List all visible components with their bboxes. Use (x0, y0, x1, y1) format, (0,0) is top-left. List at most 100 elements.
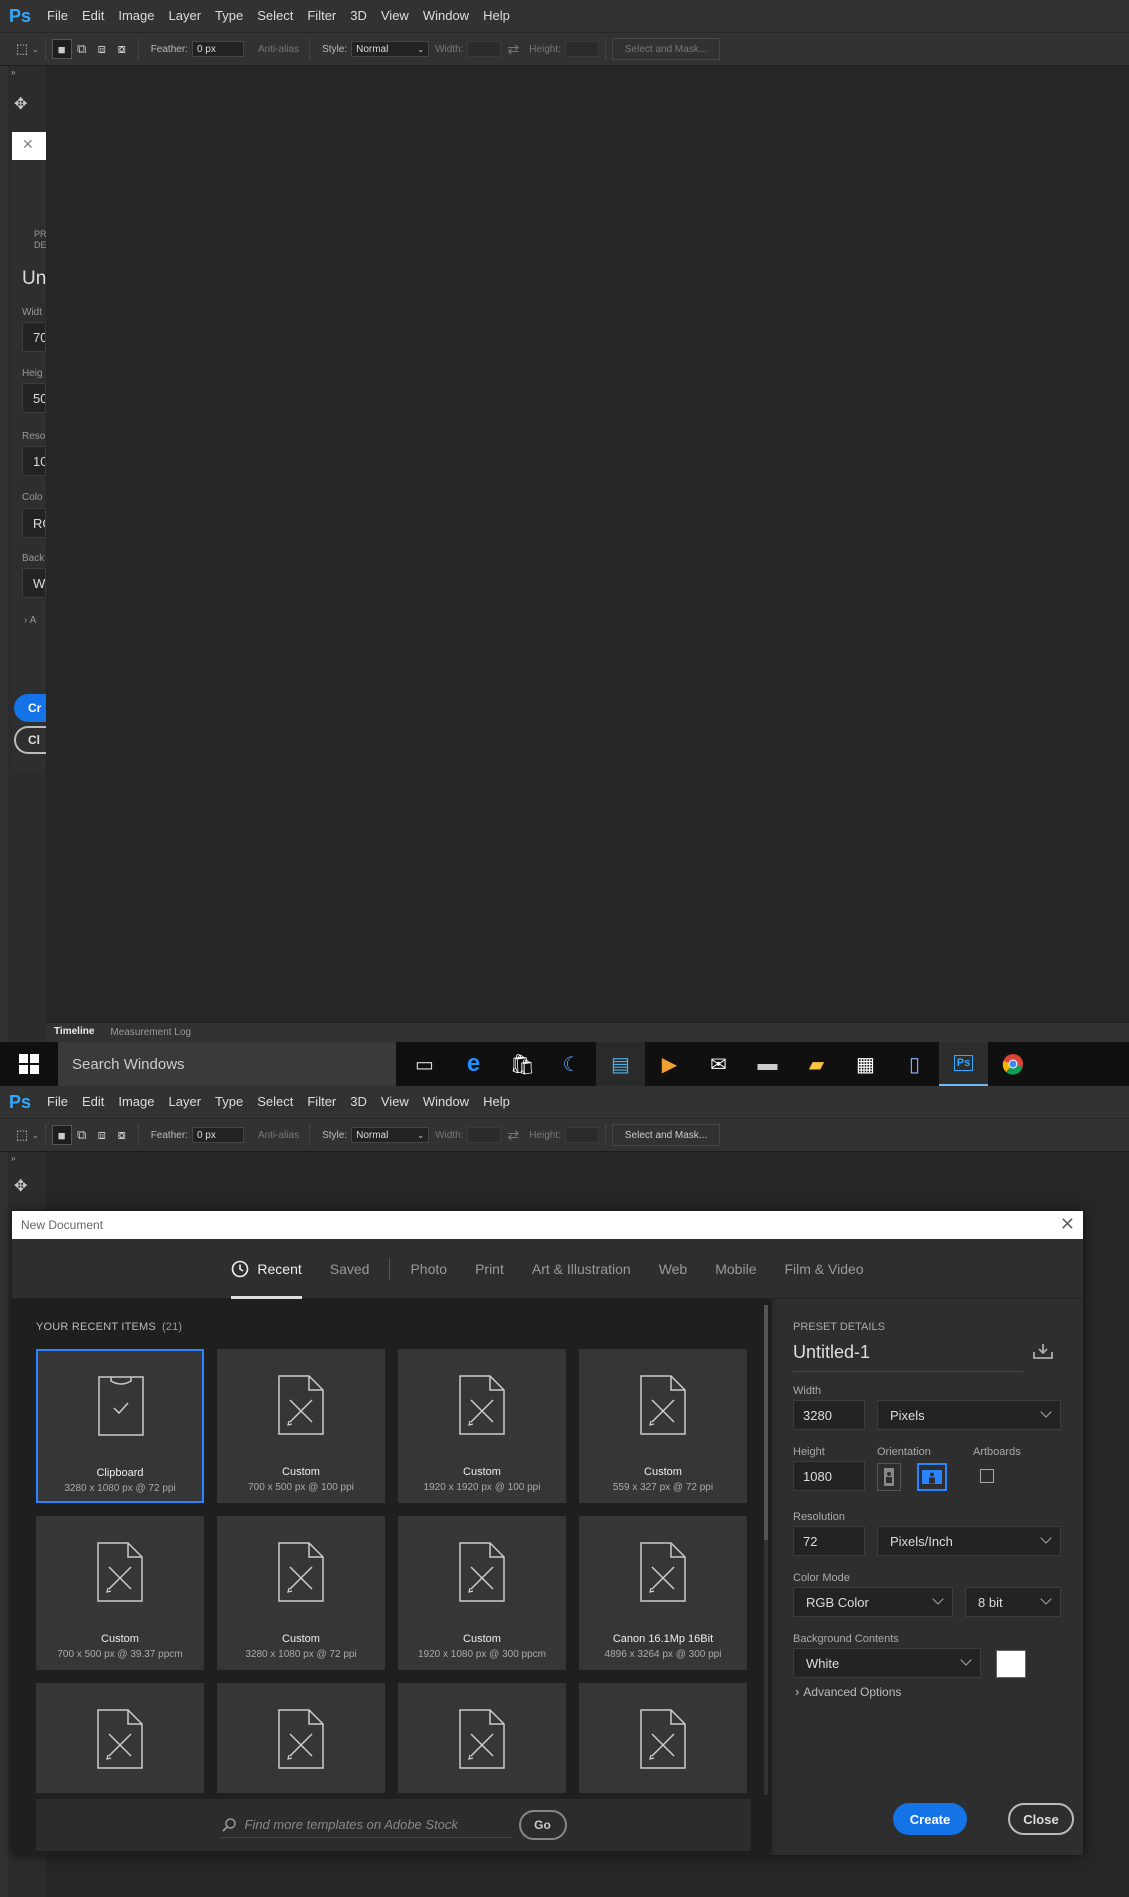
width-input[interactable]: 3280 (793, 1400, 865, 1430)
new-selection-icon[interactable]: ■ (51, 39, 72, 59)
recent-item-card[interactable] (579, 1683, 747, 1793)
bit-depth-select[interactable]: 8 bit (965, 1587, 1061, 1617)
width-unit-select[interactable]: Pixels (877, 1400, 1061, 1430)
recent-item-card[interactable]: Custom 559 x 327 px @ 72 ppi (579, 1349, 747, 1503)
windows-search-input[interactable]: Search Windows (58, 1042, 396, 1086)
calculator-icon[interactable]: ▦ (841, 1042, 890, 1086)
menu-edit[interactable]: Edit (75, 1086, 111, 1118)
feather-input[interactable]: 0 px (191, 1127, 244, 1143)
document-name-input[interactable]: Untitled-1 (793, 1342, 1023, 1372)
folder-icon[interactable]: ▰ (792, 1042, 841, 1086)
recent-scrollbar[interactable] (764, 1305, 768, 1795)
portrait-orientation-icon[interactable] (877, 1463, 901, 1491)
mail-icon[interactable]: ✉ (694, 1042, 743, 1086)
menu-file[interactable]: File (40, 1086, 75, 1118)
width-input[interactable] (467, 1127, 502, 1143)
resolution-unit-select[interactable]: Pixels/Inch (877, 1526, 1061, 1556)
go-button[interactable]: Go (518, 1810, 567, 1840)
background-select[interactable]: White (793, 1648, 981, 1678)
ghost-create-button[interactable]: Cr (14, 694, 46, 722)
menu-3d[interactable]: 3D (343, 0, 374, 32)
tab-photo[interactable]: Photo (396, 1239, 461, 1299)
menu-image[interactable]: Image (111, 1086, 161, 1118)
menu-help[interactable]: Help (476, 1086, 517, 1118)
menu-edit[interactable]: Edit (75, 0, 111, 32)
tab-measurement-log[interactable]: Measurement Log (102, 1023, 199, 1043)
store-icon[interactable]: 🛍 (498, 1042, 547, 1086)
recent-item-card[interactable]: Custom 1920 x 1080 px @ 300 ppcm (398, 1516, 566, 1670)
collapse-icon[interactable]: » (11, 1154, 15, 1163)
menu-view[interactable]: View (374, 0, 416, 32)
tab-timeline[interactable]: Timeline (46, 1022, 103, 1044)
antialias-checkbox[interactable]: Anti-alias (258, 44, 299, 55)
color-mode-select[interactable]: RGB Color (793, 1587, 953, 1617)
save-preset-icon[interactable] (1032, 1343, 1054, 1366)
menu-window[interactable]: Window (416, 0, 476, 32)
tab-mobile[interactable]: Mobile (701, 1239, 770, 1299)
close-button[interactable]: Close (1008, 1803, 1074, 1835)
height-input[interactable] (564, 1127, 599, 1143)
menu-type[interactable]: Type (208, 1086, 250, 1118)
tab-recent[interactable]: Recent (217, 1239, 315, 1299)
menu-layer[interactable]: Layer (162, 0, 209, 32)
menu-select[interactable]: Select (250, 1086, 300, 1118)
menu-view[interactable]: View (374, 1086, 416, 1118)
terminal-icon[interactable]: ▬ (743, 1042, 792, 1086)
menu-image[interactable]: Image (111, 0, 161, 32)
recent-item-card[interactable]: Custom 700 x 500 px @ 100 ppi (217, 1349, 385, 1503)
chevron-down-icon[interactable]: ⌄ (32, 1131, 39, 1140)
menu-3d[interactable]: 3D (343, 1086, 374, 1118)
menu-filter[interactable]: Filter (300, 1086, 343, 1118)
select-and-mask-button[interactable]: Select and Mask... (611, 1124, 721, 1146)
menu-type[interactable]: Type (208, 0, 250, 32)
style-select[interactable]: Normal ⌄ (351, 41, 430, 57)
artboards-checkbox[interactable] (980, 1469, 994, 1483)
height-input[interactable] (564, 41, 599, 57)
menu-select[interactable]: Select (250, 0, 300, 32)
menu-layer[interactable]: Layer (162, 1086, 209, 1118)
height-input[interactable]: 1080 (793, 1461, 865, 1491)
menu-file[interactable]: File (40, 0, 75, 32)
ghost-close-button[interactable]: Cl (14, 726, 46, 754)
stock-search-input[interactable]: Find more templates on Adobe Stock (220, 1812, 511, 1838)
feather-input[interactable]: 0 px (191, 41, 244, 57)
recent-item-card[interactable] (36, 1683, 204, 1793)
menu-filter[interactable]: Filter (300, 0, 343, 32)
recent-item-card[interactable]: Custom 700 x 500 px @ 39.37 ppcm (36, 1516, 204, 1670)
width-input[interactable] (467, 41, 502, 57)
swap-icon[interactable]: ⇄ (507, 41, 519, 58)
tab-film-video[interactable]: Film & Video (770, 1239, 877, 1299)
tab-print[interactable]: Print (461, 1239, 518, 1299)
edge-icon[interactable]: e (449, 1042, 498, 1086)
tab-web[interactable]: Web (645, 1239, 702, 1299)
windows-start-icon[interactable] (0, 1042, 58, 1086)
media-player-icon[interactable]: ▶ (645, 1042, 694, 1086)
chevron-down-icon[interactable]: ⌄ (32, 45, 39, 54)
chrome-icon[interactable] (988, 1042, 1037, 1086)
landscape-orientation-icon[interactable] (917, 1463, 947, 1491)
move-tool-icon[interactable]: ✥ (14, 1176, 27, 1196)
swap-icon[interactable]: ⇄ (507, 1127, 519, 1144)
marquee-tool-icon[interactable]: ⬚ (12, 1125, 32, 1145)
resolution-input[interactable]: 72 (793, 1526, 865, 1556)
collapse-icon[interactable]: » (11, 68, 15, 77)
background-color-swatch[interactable] (996, 1650, 1026, 1678)
close-icon[interactable]: ✕ (12, 132, 46, 160)
add-selection-icon[interactable]: ⧉ (72, 1125, 92, 1145)
subtract-selection-icon[interactable]: ⧈ (92, 39, 112, 59)
create-button[interactable]: Create (893, 1803, 967, 1835)
intersect-selection-icon[interactable]: ⧇ (112, 39, 132, 59)
task-view-icon[interactable]: ▭ (400, 1042, 449, 1086)
recent-item-card[interactable]: Canon 16.1Mp 16Bit 4896 x 3264 px @ 300 p… (579, 1516, 747, 1670)
photoshop-icon[interactable]: Ps (939, 1042, 988, 1086)
close-icon[interactable]: ✕ (1060, 1215, 1075, 1233)
select-and-mask-button[interactable]: Select and Mask... (611, 38, 721, 60)
recent-item-card[interactable]: Custom 1920 x 1920 px @ 100 ppi (398, 1349, 566, 1503)
advanced-options-toggle[interactable]: › Advanced Options (795, 1684, 901, 1699)
move-tool-icon[interactable]: ✥ (14, 94, 27, 114)
tab-saved[interactable]: Saved (316, 1239, 384, 1299)
menu-help[interactable]: Help (476, 0, 517, 32)
recent-item-card[interactable]: Clipboard 3280 x 1080 px @ 72 ppi (36, 1349, 204, 1503)
add-selection-icon[interactable]: ⧉ (72, 39, 92, 59)
style-select[interactable]: Normal ⌄ (351, 1127, 430, 1143)
